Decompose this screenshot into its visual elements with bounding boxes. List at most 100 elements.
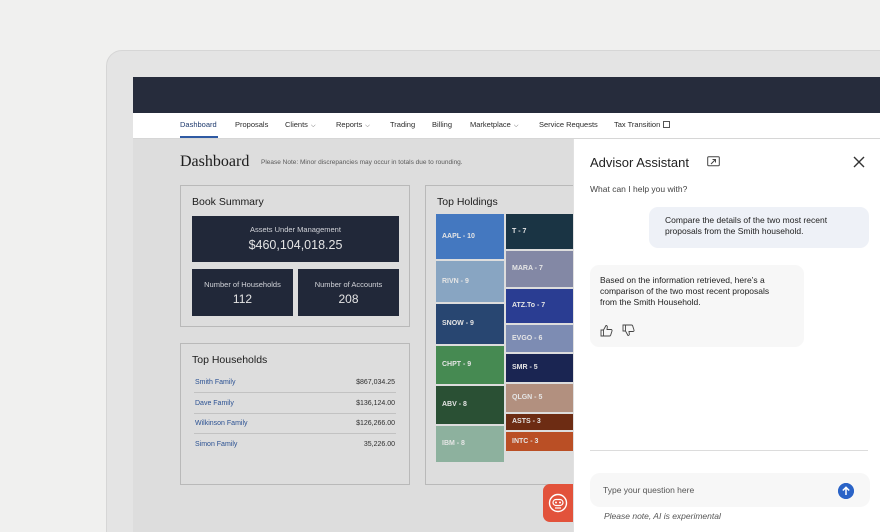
household-name-link[interactable]: Dave Family: [195, 400, 234, 407]
holding-tile[interactable]: INTC - 3: [506, 432, 574, 451]
pop-out-icon[interactable]: [707, 156, 720, 168]
households-tile: Number of Households 112: [192, 269, 293, 316]
table-row[interactable]: Wilkinson Family $126,266.00: [194, 414, 396, 434]
top-households-card: Top Households Smith Family $867,034.25 …: [180, 343, 410, 485]
holding-tile-label: ABV - 8: [442, 401, 467, 408]
household-value: 35,226.00: [363, 441, 395, 448]
top-header-bar: [133, 77, 880, 113]
holding-tile-label: MARA - 7: [512, 265, 543, 272]
robot-icon: [548, 493, 568, 513]
nav-marketplace-label: Marketplace: [470, 120, 511, 129]
advisor-assistant-panel: Advisor Assistant What can I help you wi…: [573, 139, 880, 532]
assistant-message-line: from the Smith Household.: [600, 297, 701, 307]
household-value: $126,266.00: [356, 420, 395, 427]
top-holdings-card: Top Holdings AAPL - 10 RIVN - 9 SNOW - 9 CH…: [425, 185, 595, 485]
divider: [590, 450, 868, 451]
question-input[interactable]: Type your question here: [590, 473, 870, 507]
holding-tile[interactable]: SNOW - 9: [436, 304, 504, 344]
assistant-launcher-button[interactable]: [543, 484, 573, 522]
table-row[interactable]: Smith Family $867,034.25: [194, 373, 396, 393]
nav-marketplace[interactable]: Marketplace ⌵: [470, 120, 518, 130]
households-value: 112: [232, 292, 253, 306]
household-name-link[interactable]: Simon Family: [195, 441, 237, 448]
holding-tile[interactable]: ABV - 8: [436, 386, 504, 424]
nav-service-requests[interactable]: Service Requests: [539, 120, 598, 129]
top-holdings-title: Top Holdings: [437, 196, 498, 208]
holding-tile-label: EVGO - 6: [512, 335, 543, 342]
holding-tile-label: T - 7: [512, 228, 527, 235]
holding-tile[interactable]: AAPL - 10: [436, 214, 504, 259]
active-tab-indicator: [180, 136, 218, 138]
table-row[interactable]: Simon Family 35,226.00: [194, 435, 396, 455]
household-name-link[interactable]: Smith Family: [195, 379, 235, 386]
holding-tile-label: RIVN - 9: [442, 278, 469, 285]
nav-trading[interactable]: Trading: [390, 120, 415, 129]
chevron-down-icon: ⌵: [365, 123, 370, 129]
aum-value: $460,104,018.25: [248, 238, 343, 252]
household-value: $136,124.00: [356, 400, 395, 407]
holding-tile[interactable]: MARA - 7: [506, 251, 574, 287]
nav-proposals[interactable]: Proposals: [235, 120, 268, 129]
holding-tile-label: QLGN - 5: [512, 394, 543, 401]
nav-trading-label: Trading: [390, 120, 416, 129]
households-label: Number of Households: [204, 280, 281, 289]
holding-tile[interactable]: RIVN - 9: [436, 261, 504, 302]
household-name-link[interactable]: Wilkinson Family: [195, 420, 248, 427]
app-screen: Dashboard Proposals Clients ⌵ Reports ⌵ Tr…: [133, 77, 880, 532]
user-message-line: proposals from the Smith household.: [665, 226, 804, 236]
nav-reports-label: Reports: [336, 120, 363, 129]
book-summary-title: Book Summary: [192, 196, 264, 208]
holding-tile-label: SMR - 5: [512, 364, 538, 371]
holding-tile-label: ATZ.To - 7: [512, 302, 546, 309]
holding-tile[interactable]: CHPT - 9: [436, 346, 504, 384]
holding-tile-label: ASTS - 3: [512, 418, 541, 425]
nav-tax-transition-label: Tax Transition: [614, 120, 661, 129]
ai-disclaimer: Please note, AI is experimental: [604, 511, 721, 521]
assistant-message-line: Based on the information retrieved, here…: [600, 275, 765, 285]
question-input-placeholder: Type your question here: [603, 485, 695, 495]
nav-dashboard[interactable]: Dashboard: [180, 120, 217, 129]
accounts-label: Number of Accounts: [314, 280, 383, 289]
holding-tile-label: INTC - 3: [512, 438, 539, 445]
user-message: Compare the details of the two most rece…: [649, 207, 869, 248]
thumbs-up-icon[interactable]: [600, 324, 613, 337]
table-row[interactable]: Dave Family $136,124.00: [194, 394, 396, 414]
nav-tax-transition[interactable]: Tax Transition: [614, 120, 671, 129]
page-title: Dashboard: [180, 153, 250, 170]
nav-billing[interactable]: Billing: [432, 120, 452, 129]
nav-proposals-label: Proposals: [235, 120, 269, 129]
chevron-down-icon: ⌵: [513, 123, 519, 129]
assistant-message-line: comparison of the two most recent propos…: [600, 286, 770, 296]
nav-clients[interactable]: Clients ⌵: [285, 120, 316, 130]
holding-tile[interactable]: ASTS - 3: [506, 414, 574, 430]
holding-tile[interactable]: ATZ.To - 7: [506, 289, 574, 323]
close-icon[interactable]: [853, 156, 865, 168]
assistant-greeting: What can I help you with?: [590, 184, 688, 194]
holding-tile-label: CHPT - 9: [442, 361, 472, 368]
send-icon[interactable]: [838, 483, 854, 499]
rounding-note: Please Note: Minor discrepancies may occ…: [261, 159, 463, 166]
assistant-title: Advisor Assistant: [590, 155, 689, 170]
assistant-message: Based on the information retrieved, here…: [590, 265, 804, 347]
nav-clients-label: Clients: [285, 120, 308, 129]
top-households-title: Top Households: [192, 354, 268, 366]
main-nav: Dashboard Proposals Clients ⌵ Reports ⌵ Tr…: [133, 113, 880, 139]
holding-tile[interactable]: QLGN - 5: [506, 384, 574, 412]
aum-label: Assets Under Management: [250, 225, 341, 234]
user-message-line: Compare the details of the two most rece…: [665, 215, 828, 225]
holding-tile[interactable]: EVGO - 6: [506, 325, 574, 352]
holding-tile[interactable]: IBM - 8: [436, 426, 504, 462]
holding-tile[interactable]: SMR - 5: [506, 354, 574, 382]
thumbs-down-icon[interactable]: [622, 324, 635, 337]
holding-tile[interactable]: T - 7: [506, 214, 574, 249]
holding-tile-label: SNOW - 9: [442, 320, 474, 327]
nav-reports[interactable]: Reports ⌵: [336, 120, 370, 130]
chevron-down-icon: ⌵: [310, 123, 316, 129]
holding-tile-label: IBM - 8: [442, 440, 465, 447]
accounts-tile: Number of Accounts 208: [298, 269, 399, 316]
book-summary-card: Book Summary Assets Under Management $46…: [180, 185, 410, 327]
external-link-icon: [663, 121, 671, 128]
nav-billing-label: Billing: [432, 120, 453, 129]
nav-dashboard-label: Dashboard: [180, 120, 217, 129]
aum-tile: Assets Under Management $460,104,018.25: [192, 216, 399, 262]
